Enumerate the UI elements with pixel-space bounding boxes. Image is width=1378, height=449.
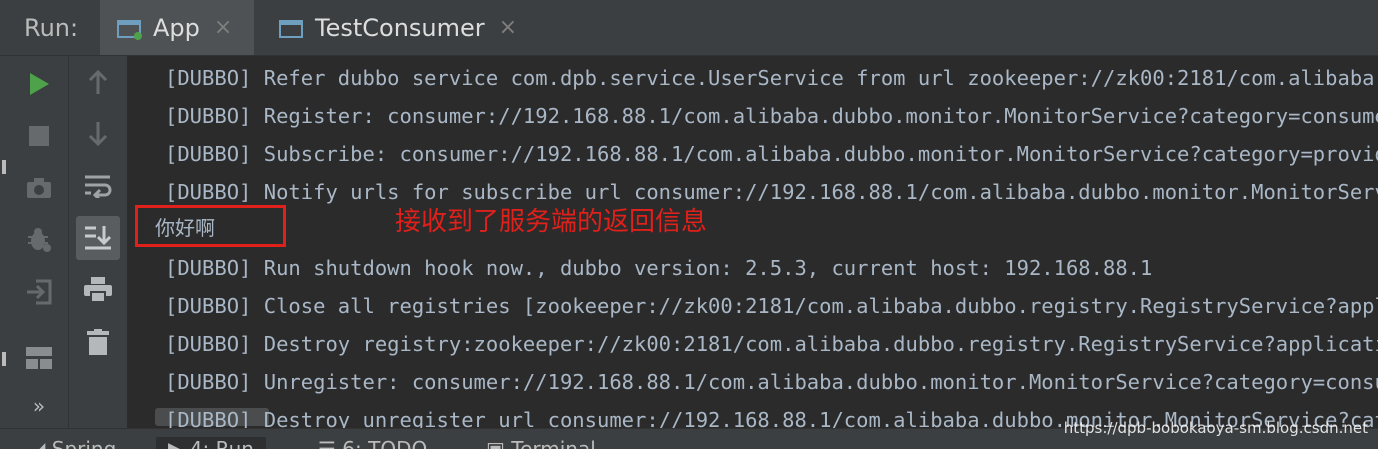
run-icon: ▶: [168, 437, 190, 449]
testconsumer-run-config-icon: [279, 18, 305, 38]
console-actions-toolbar: [68, 56, 127, 428]
terminal-icon: ▣: [486, 437, 512, 449]
console-line: [DUBBO] Close all registries [zookeeper:…: [165, 294, 1378, 318]
console-line: [DUBBO] Unregister: consumer://192.168.8…: [165, 370, 1378, 394]
todo-icon: ☰: [318, 437, 343, 449]
more-icon: »: [32, 394, 46, 418]
run-actions-toolbar: »: [10, 56, 68, 428]
previous-occurrence-button[interactable]: [69, 60, 127, 104]
tab-testconsumer[interactable]: TestConsumer ×: [262, 0, 536, 55]
tab-todo-label: 6: TODO: [342, 437, 428, 449]
left-edge-strip: [0, 56, 10, 428]
console-line: [DUBBO] Register: consumer://192.168.88.…: [165, 104, 1378, 128]
run-tool-window-header: Run: App × TestConsumer ×: [0, 0, 1378, 56]
gutter-marker: [2, 352, 6, 366]
tab-terminal-label: Terminal: [511, 437, 596, 449]
stop-icon: [29, 126, 49, 146]
run-label: Run:: [24, 14, 79, 42]
tab-testconsumer-label: TestConsumer: [315, 13, 485, 42]
tab-run-label: 4: Run: [189, 437, 254, 449]
console-line: [DUBBO] Subscribe: consumer://192.168.88…: [165, 142, 1378, 166]
watermark-text: https://dpb-bobokaoya-sm.blog.csdn.net: [1063, 419, 1368, 437]
gutter-marker: [2, 160, 6, 174]
console-line: [DUBBO] Notify urls for subscribe url co…: [165, 180, 1378, 204]
console-line: [DUBBO] Destroy registry:zookeeper://zk0…: [165, 332, 1378, 356]
tab-app[interactable]: App ×: [100, 0, 254, 55]
annotation-text: 接收到了服务端的返回信息: [395, 207, 708, 237]
scroll-to-end-button[interactable]: [76, 216, 120, 260]
layout-icon: [26, 347, 52, 369]
console-line: [DUBBO] Run shutdown hook now., dubbo ve…: [165, 256, 1153, 280]
app-run-config-icon: [117, 18, 143, 40]
tab-terminal[interactable]: ▣ Terminal: [486, 437, 596, 449]
down-arrow-icon: [88, 121, 108, 147]
tab-spring[interactable]: ◢ Spring: [30, 437, 116, 449]
run-icon: [28, 72, 50, 96]
debug-button[interactable]: [10, 218, 68, 262]
clear-all-button[interactable]: [69, 320, 127, 364]
trash-icon: [87, 329, 109, 355]
layout-button[interactable]: [10, 336, 68, 380]
soft-wrap-button[interactable]: [69, 164, 127, 208]
scroll-to-end-icon: [84, 225, 112, 251]
soft-wrap-icon: [84, 174, 112, 198]
print-icon: [84, 277, 112, 303]
tab-spring-label: Spring: [51, 437, 117, 449]
close-icon[interactable]: ×: [499, 15, 517, 40]
camera-icon: [26, 177, 52, 199]
close-icon[interactable]: ×: [214, 15, 232, 40]
debug-icon: [26, 227, 52, 253]
spring-icon: ◢: [30, 437, 52, 449]
up-arrow-icon: [88, 69, 108, 95]
restore-layout-button[interactable]: [10, 270, 68, 314]
console-line: [DUBBO] Refer dubbo service com.dpb.serv…: [165, 66, 1378, 90]
stop-button[interactable]: [10, 114, 68, 158]
next-occurrence-button[interactable]: [69, 112, 127, 156]
dump-threads-button[interactable]: [10, 166, 68, 210]
login-icon: [26, 279, 52, 305]
rerun-button[interactable]: [10, 62, 68, 106]
print-button[interactable]: [69, 268, 127, 312]
more-actions-button[interactable]: »: [10, 384, 68, 428]
console-response-line: 你好啊: [155, 216, 215, 240]
tab-run[interactable]: ▶ 4: Run: [156, 437, 266, 449]
tab-app-label: App: [153, 13, 200, 42]
console-output[interactable]: [DUBBO] Refer dubbo service com.dpb.serv…: [127, 56, 1378, 428]
tab-todo[interactable]: ☰ 6: TODO: [318, 437, 427, 449]
